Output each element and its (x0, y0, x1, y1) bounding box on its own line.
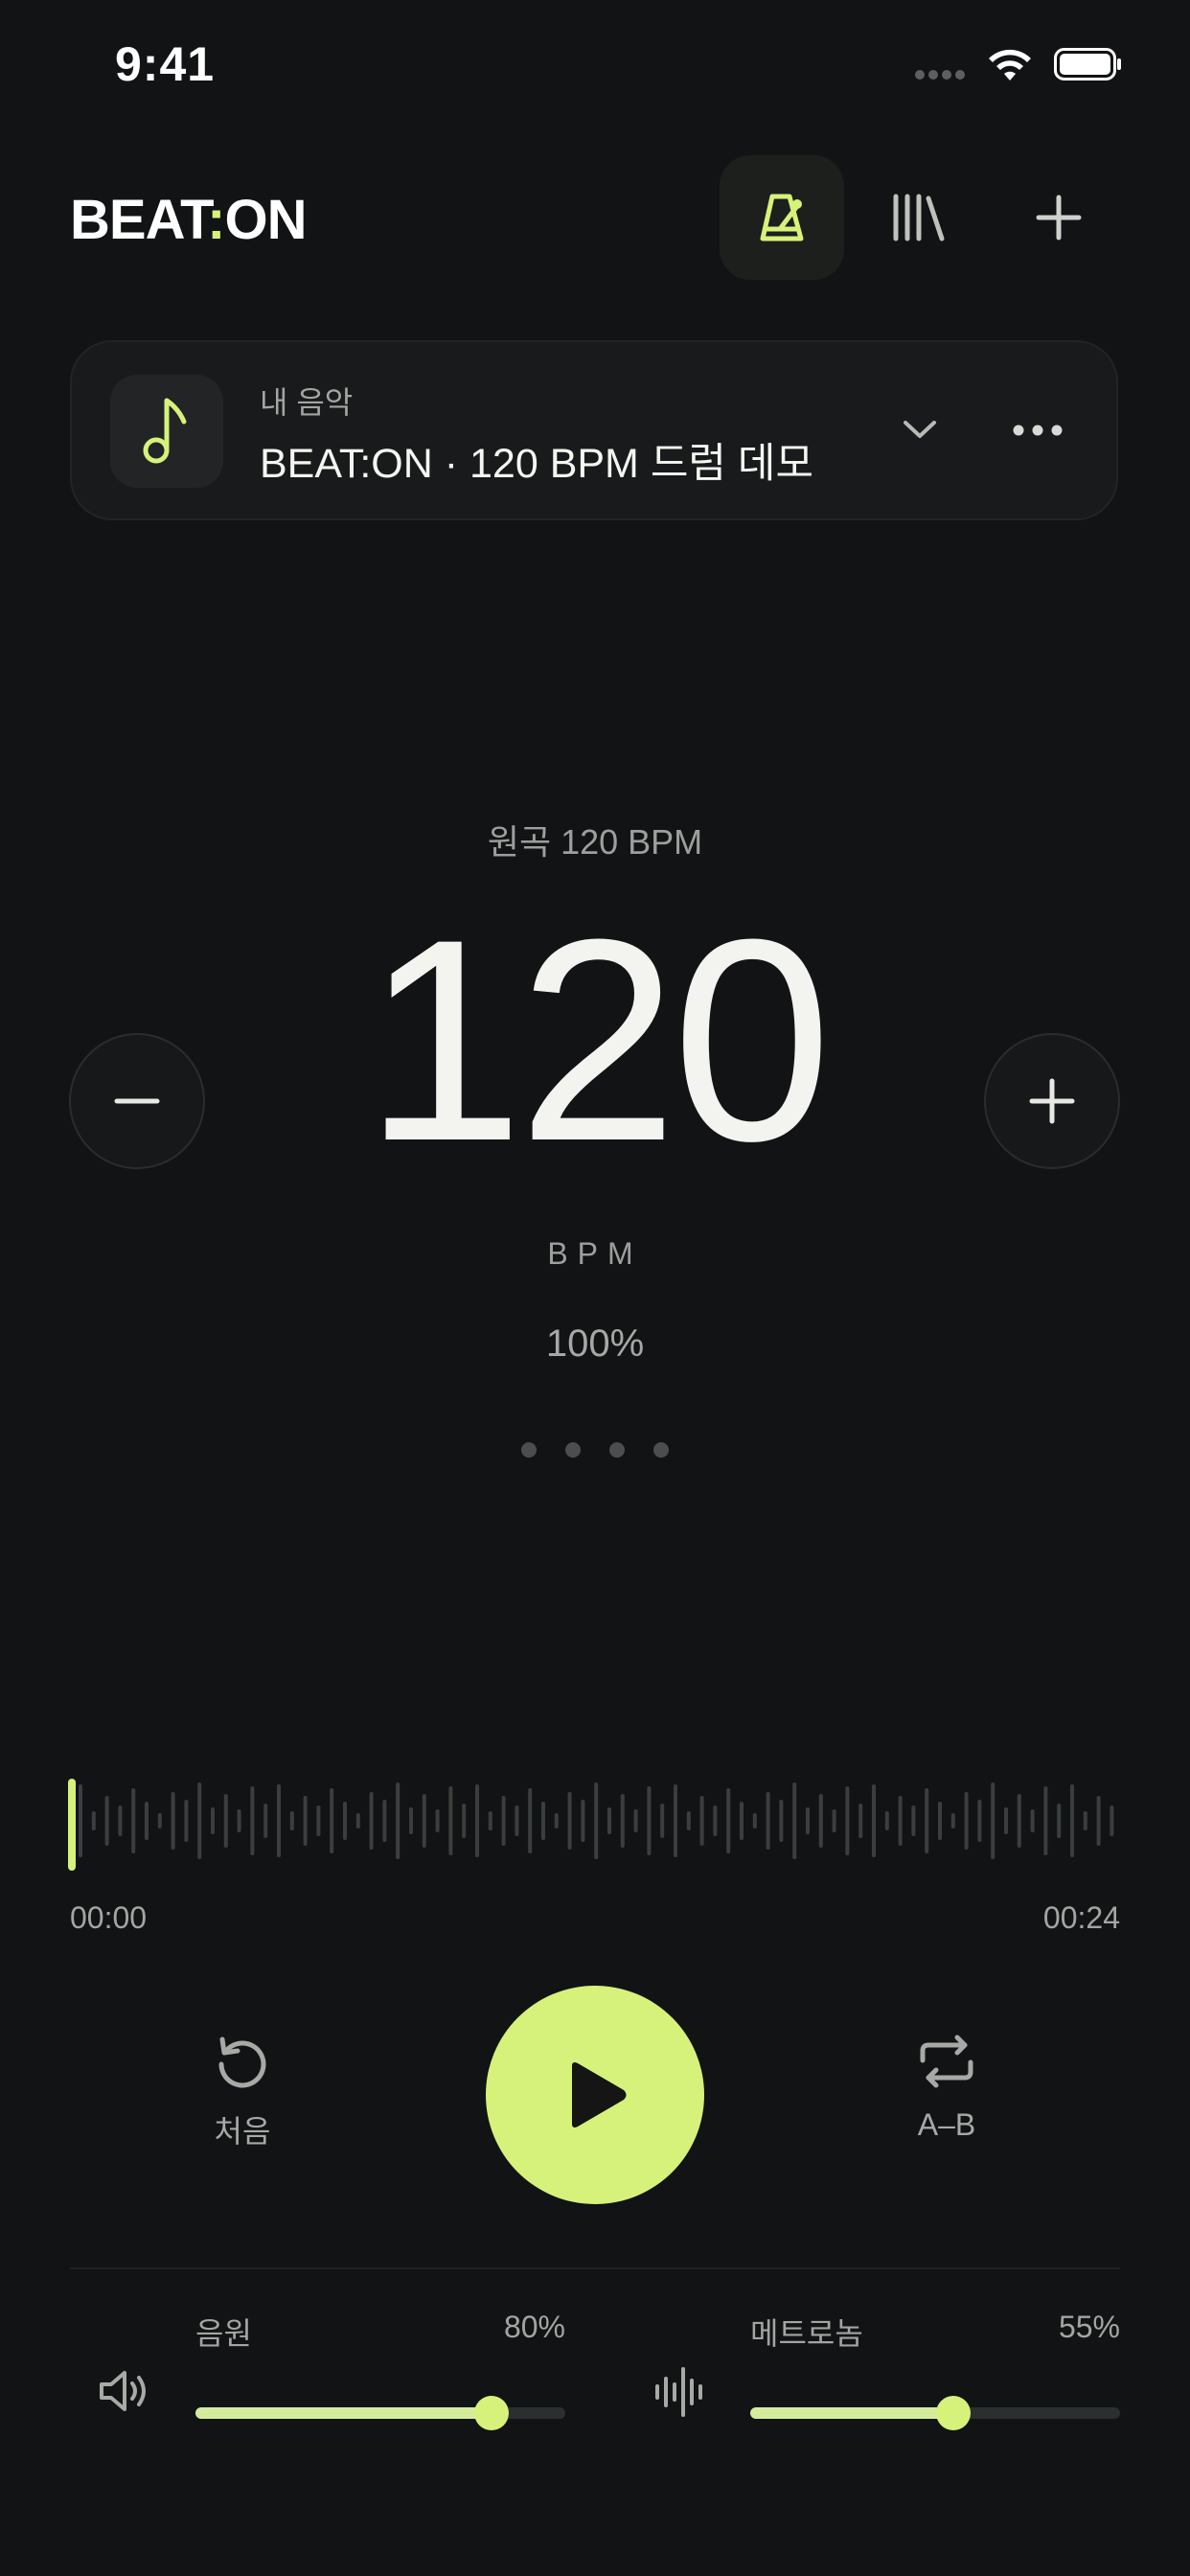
metronome-volume-fill (750, 2407, 954, 2419)
original-tempo-label: 원곡 120 BPM (487, 822, 703, 862)
battery-icon (1054, 48, 1121, 80)
speaker-icon (100, 2371, 146, 2411)
bpm-unit-label: BPM (547, 1236, 643, 1271)
restart-button[interactable]: 처음 (166, 2030, 319, 2151)
metronome-tab-button[interactable] (720, 155, 844, 280)
metronome-volume-slider[interactable] (750, 2407, 1120, 2419)
plus-icon (1029, 1078, 1075, 1124)
play-button[interactable] (486, 1986, 704, 2204)
library-tab-button[interactable] (857, 155, 981, 280)
track-artwork (110, 375, 223, 488)
restart-icon (218, 2036, 266, 2088)
wifi-icon (989, 49, 1031, 80)
source-volume-fill (195, 2407, 492, 2419)
increase-bpm-button[interactable] (984, 1033, 1120, 1169)
source-volume-thumb[interactable] (473, 2396, 509, 2430)
library-icon (893, 194, 945, 242)
track-selector-card[interactable]: 내 음악 BEAT:ON · 120 BPM 드럼 데모 (70, 340, 1118, 520)
ab-repeat-button[interactable]: A–B (870, 2030, 1023, 2143)
metronome-volume-label: 메트로놈 (750, 2316, 863, 2351)
divider (70, 2267, 1120, 2269)
elapsed-time: 00:00 (70, 1900, 148, 1935)
metronome-waveform-icon (655, 2367, 702, 2417)
chevron-down-icon[interactable] (898, 407, 942, 451)
source-volume-value: 80% (503, 2310, 565, 2344)
beat-dot (565, 1442, 581, 1458)
total-time: 00:24 (1042, 1900, 1120, 1935)
restart-label: 처음 (214, 2114, 271, 2149)
repeat-icon (920, 2035, 973, 2088)
app-logo: BEAT:ON (70, 189, 307, 251)
cellular-signal-icon (915, 67, 971, 80)
beat-dot (521, 1442, 537, 1458)
beat-indicator (0, 1442, 1190, 1458)
beat-dot (609, 1442, 625, 1458)
beat-dot (653, 1442, 669, 1458)
status-time: 9:41 (115, 37, 216, 91)
plus-icon (1036, 195, 1082, 241)
minus-icon (114, 1098, 160, 1104)
decrease-bpm-button[interactable] (69, 1033, 205, 1169)
more-options-icon[interactable] (1009, 403, 1066, 457)
metronome-volume-value: 55% (1058, 2310, 1120, 2344)
track-title: BEAT:ON · 120 BPM 드럼 데모 (260, 441, 814, 487)
ab-repeat-label: A–B (917, 2107, 976, 2142)
add-button[interactable] (996, 155, 1121, 280)
source-volume-slider[interactable] (195, 2407, 565, 2419)
source-volume-label: 음원 (195, 2316, 252, 2351)
waveform-scrubber[interactable] (67, 1763, 1123, 1878)
metronome-icon (760, 194, 804, 242)
playhead[interactable] (68, 1779, 76, 1871)
tempo-percent: 100% (545, 1322, 645, 1365)
play-icon (572, 2062, 627, 2128)
music-note-icon (143, 398, 187, 464)
metronome-volume-thumb[interactable] (936, 2396, 972, 2430)
track-source-label: 내 음악 (260, 385, 354, 420)
